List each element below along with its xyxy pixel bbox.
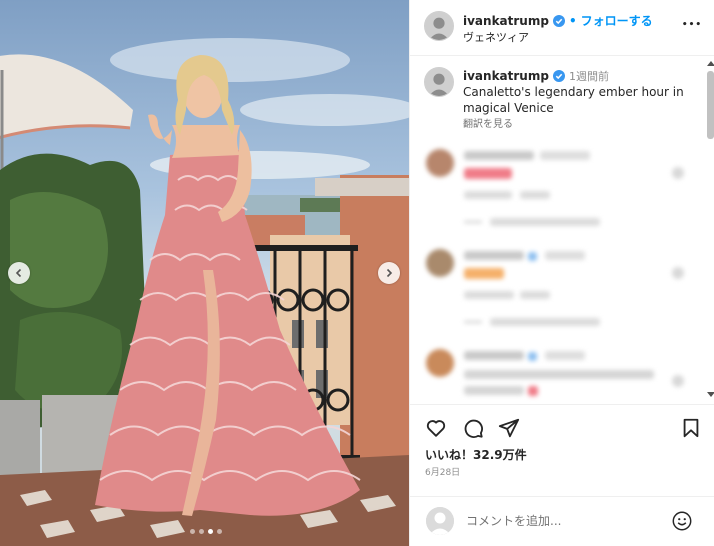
comments-section[interactable]: ivankatrump 1週間前 Canaletto's legendary e… [410,57,714,402]
post-date[interactable]: 6月28日 [425,465,460,478]
blurred-text [528,252,537,261]
blurred-like-icon [672,375,684,387]
save-button[interactable] [680,417,702,439]
current-user-avatar [426,507,454,535]
profile-photo-icon [425,68,453,96]
blurred-emoji [464,268,504,279]
blurred-text [464,351,524,360]
bookmark-icon [683,418,699,438]
blurred-text [464,370,654,379]
post-location[interactable]: ヴェネツィア [463,29,529,45]
add-comment-input[interactable] [466,511,666,531]
commenter-avatar [426,349,454,377]
chevron-left-icon [15,268,22,278]
blurred-text [464,151,534,160]
post-side-panel: ivankatrump • フォローする ヴェネツィア ••• ivankatr… [409,0,714,546]
share-button[interactable] [498,417,520,439]
caption-time: 1週間前 [568,70,609,83]
carousel-dot [217,529,222,534]
add-comment-bar [410,496,714,546]
more-options-button[interactable]: ••• [681,15,703,35]
blurred-text [520,191,550,199]
profile-photo-icon [425,12,453,40]
chevron-right-icon [386,268,393,278]
blurred-like-icon [672,167,684,179]
see-translation-link[interactable]: 翻訳を見る [463,115,513,130]
follow-button[interactable]: フォローする [581,12,653,29]
carousel-dot [190,529,195,534]
author-avatar[interactable] [424,11,454,41]
carousel-indicator [190,529,222,534]
author-username[interactable]: ivankatrump [463,14,549,28]
default-avatar-icon [426,507,454,535]
carousel-dot [199,529,204,534]
blurred-text [540,151,590,160]
caption-text: Canaletto's legendary ember hour in magi… [463,85,684,115]
like-button[interactable] [425,417,447,439]
scroll-up-arrow-icon[interactable] [707,61,714,66]
commenter-avatar [426,149,454,177]
blurred-text [490,318,600,326]
blurred-like-icon [672,267,684,279]
previous-photo-button[interactable] [8,262,30,284]
blurred-emoji [528,386,538,396]
blurred-text [520,291,550,299]
blurred-text [464,221,482,223]
commenter-avatar [426,249,454,277]
photo-scene [0,38,409,546]
comment-button[interactable] [462,417,484,439]
more-options-icon: ••• [681,20,703,30]
smiley-face-icon [672,511,692,531]
blurred-text [464,321,482,323]
next-photo-button[interactable] [378,262,400,284]
blurred-emoji [464,168,512,179]
verified-badge-icon [552,70,565,82]
paper-plane-icon [498,418,520,438]
blurred-text [545,251,585,260]
comment-bubble-icon [464,419,483,438]
blurred-text [464,251,524,260]
blurred-text [545,351,585,360]
scrollbar-thumb[interactable] [707,71,714,139]
blurred-text [464,291,514,299]
follow-separator: • [568,13,577,28]
heart-icon [426,420,446,437]
post-photo[interactable] [0,0,409,546]
blurred-text [490,218,600,226]
blurred-text [528,352,537,361]
blurred-text [464,386,524,395]
emoji-picker-button[interactable] [671,510,693,532]
caption-username[interactable]: ivankatrump [463,69,549,83]
comments-scrollbar[interactable] [706,57,714,402]
caption-avatar[interactable] [424,67,454,97]
verified-badge-icon [552,14,565,27]
post-header: ivankatrump • フォローする ヴェネツィア ••• [410,0,714,56]
scroll-down-arrow-icon[interactable] [707,392,714,397]
blurred-text [464,191,512,199]
carousel-dot [208,529,213,534]
like-count[interactable]: いいね！32.9万件 [425,446,527,463]
post-actions [410,404,714,450]
